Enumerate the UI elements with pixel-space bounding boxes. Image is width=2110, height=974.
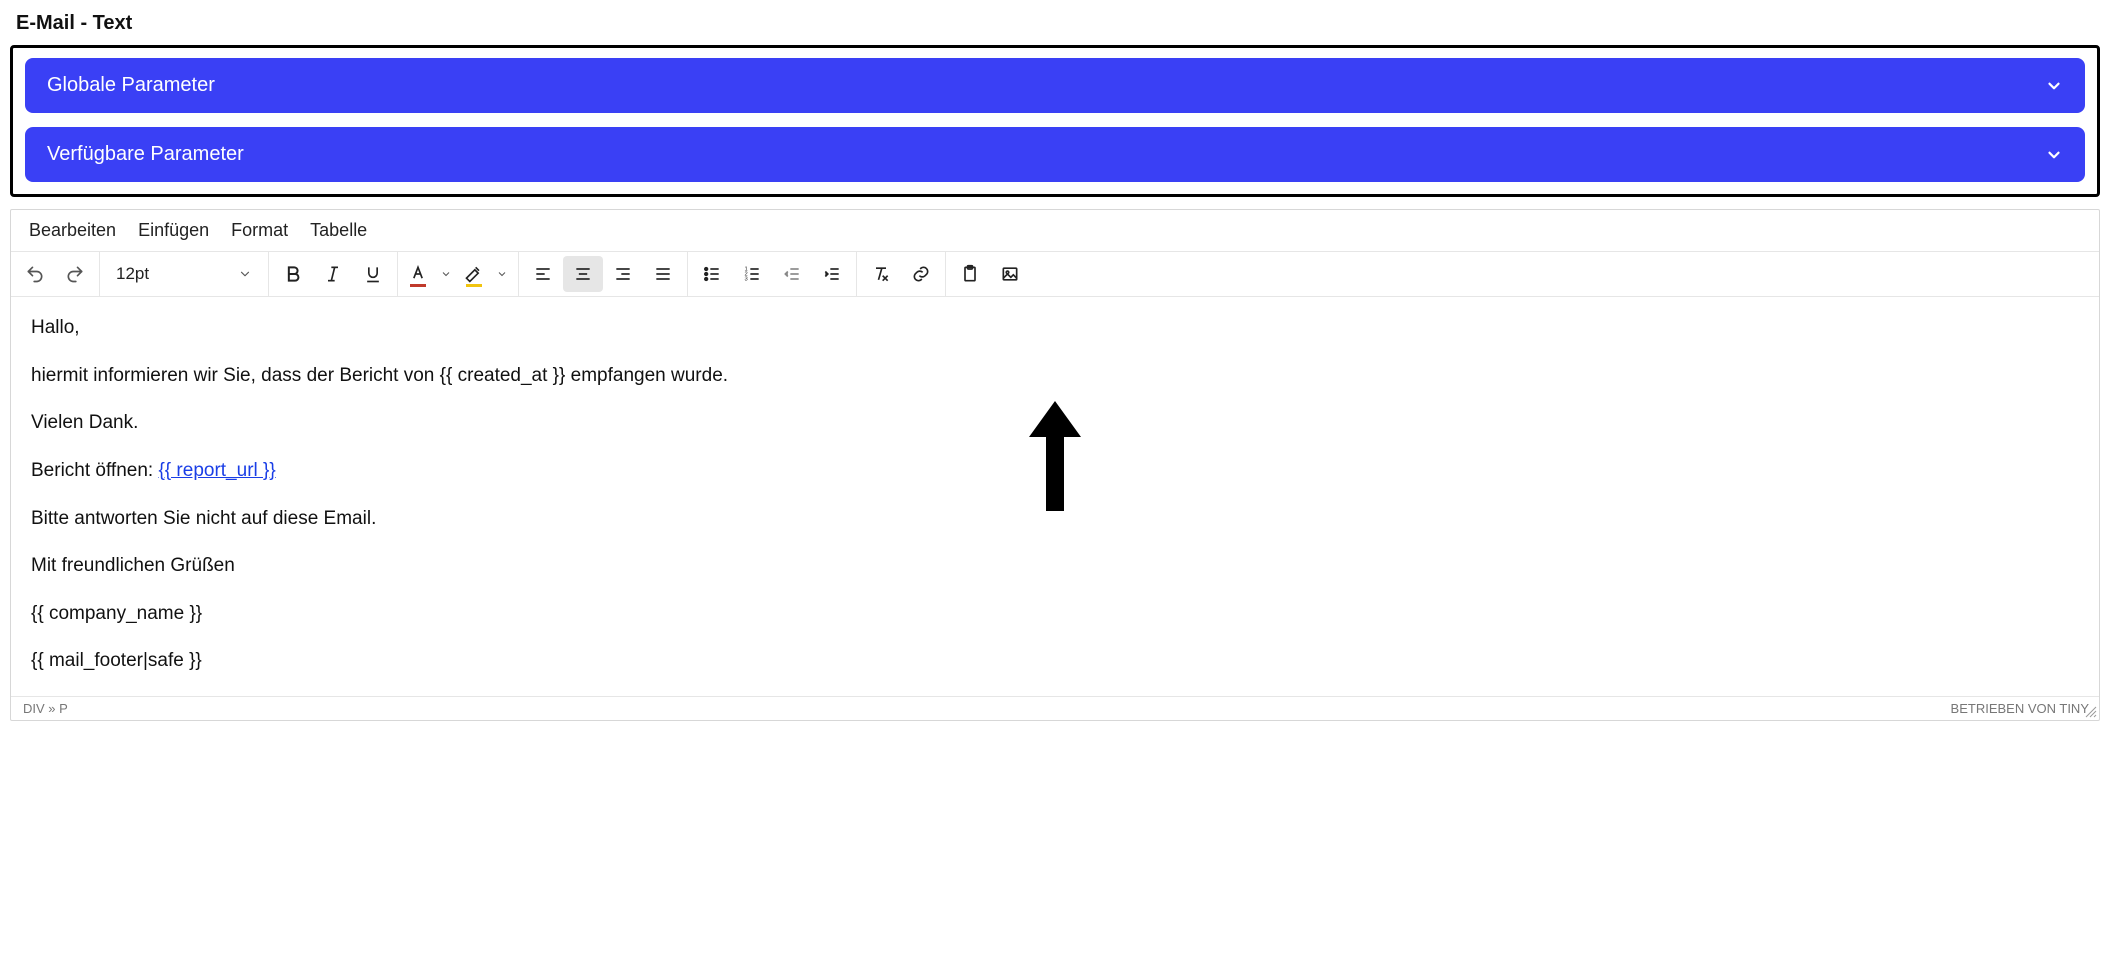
redo-button[interactable] [55,256,95,292]
indent-button[interactable] [812,256,852,292]
align-justify-button[interactable] [643,256,683,292]
insert-link-button[interactable] [901,256,941,292]
menu-edit[interactable]: Bearbeiten [29,220,116,241]
chevron-down-icon [238,267,252,281]
font-size-select[interactable]: 12pt [104,256,264,292]
content-line: Bericht öffnen: {{ report_url }} [31,458,2079,484]
section-title: E-Mail - Text [16,12,2094,35]
outdent-button[interactable] [772,256,812,292]
content-line: hiermit informieren wir Sie, dass der Be… [31,363,2079,389]
content-line: Bitte antworten Sie nicht auf diese Emai… [31,506,2079,532]
element-path[interactable]: DIV » P [23,701,68,716]
report-url-link[interactable]: {{ report_url }} [158,460,275,481]
content-line: Vielen Dank. [31,410,2079,436]
content-line: Mit freundlichen Grüßen [31,553,2079,579]
align-right-button[interactable] [603,256,643,292]
paste-button[interactable] [950,256,990,292]
bold-button[interactable] [273,256,313,292]
align-left-button[interactable] [523,256,563,292]
editor-content[interactable]: Hallo, hiermit informieren wir Sie, dass… [11,297,2099,696]
rich-text-editor: Bearbeiten Einfügen Format Tabelle 12pt [10,209,2100,721]
accordion-available-label: Verfügbare Parameter [47,143,244,166]
accordion-global-label: Globale Parameter [47,74,215,97]
highlight-color-swatch [466,284,482,287]
branding-label: BETRIEBEN VON TINY [1951,701,2089,716]
editor-wrapper: Bearbeiten Einfügen Format Tabelle 12pt [10,209,2100,721]
toolbar: 12pt [11,252,2099,297]
menubar: Bearbeiten Einfügen Format Tabelle [11,210,2099,252]
font-size-value: 12pt [116,264,149,284]
content-text: Bericht öffnen: [31,460,158,481]
chevron-down-icon [2045,146,2063,164]
menu-insert[interactable]: Einfügen [138,220,209,241]
statusbar: DIV » P BETRIEBEN VON TINY [11,696,2099,720]
content-line: {{ company_name }} [31,601,2079,627]
undo-button[interactable] [15,256,55,292]
clear-formatting-button[interactable] [861,256,901,292]
accordion-container: Globale Parameter Verfügbare Parameter [10,45,2100,197]
accordion-available-parameters[interactable]: Verfügbare Parameter [25,127,2085,182]
text-color-dropdown[interactable] [434,256,458,292]
highlight-color-dropdown[interactable] [490,256,514,292]
align-center-button[interactable] [563,256,603,292]
bullet-list-button[interactable] [692,256,732,292]
chevron-down-icon [2045,77,2063,95]
resize-handle-icon[interactable] [2083,704,2097,718]
numbered-list-button[interactable]: 123 [732,256,772,292]
italic-button[interactable] [313,256,353,292]
content-line: {{ mail_footer|safe }} [31,648,2079,674]
menu-table[interactable]: Tabelle [310,220,367,241]
underline-button[interactable] [353,256,393,292]
menu-format[interactable]: Format [231,220,288,241]
text-color-swatch [410,284,426,287]
svg-text:3: 3 [745,277,748,283]
insert-image-button[interactable] [990,256,1030,292]
accordion-global-parameters[interactable]: Globale Parameter [25,58,2085,113]
highlight-color-button[interactable] [458,256,490,292]
content-line: Hallo, [31,315,2079,341]
text-color-button[interactable] [402,256,434,292]
